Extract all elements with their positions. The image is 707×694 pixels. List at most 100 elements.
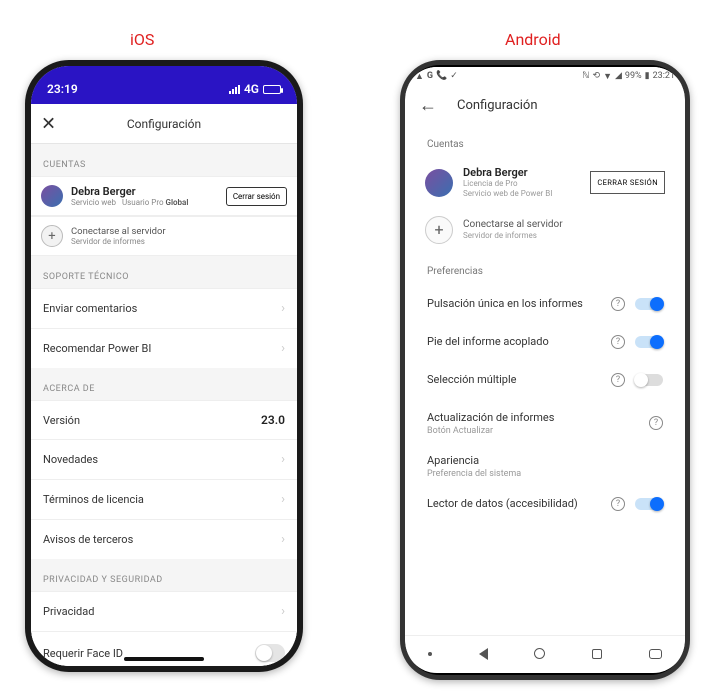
- home-indicator[interactable]: [124, 657, 204, 661]
- thirdparty-row[interactable]: Avisos de terceros ›: [31, 519, 297, 559]
- nfc-icon: ℕ: [582, 71, 589, 81]
- docked-row[interactable]: Pie del informe acoplado ?: [411, 323, 679, 361]
- battery-icon: ▮: [645, 71, 650, 81]
- account-sub: Servicio web Usuario Pro Global: [71, 198, 218, 207]
- whatsnew-row[interactable]: Novedades ›: [31, 439, 297, 479]
- section-support: SOPORTE TÉCNICO: [31, 256, 297, 288]
- chevron-right-icon: ›: [281, 532, 285, 547]
- faceid-label: Requerir Face ID: [43, 647, 123, 660]
- feedback-row[interactable]: Enviar comentarios ›: [31, 288, 297, 328]
- android-label: Android: [505, 30, 561, 49]
- ios-label: iOS: [130, 30, 154, 49]
- reader-toggle[interactable]: [635, 498, 663, 510]
- reader-row[interactable]: Lector de datos (accesibilidad) ?: [411, 485, 679, 523]
- nav-home-icon[interactable]: [534, 648, 545, 659]
- multi-toggle[interactable]: [635, 374, 663, 386]
- help-icon[interactable]: ?: [611, 497, 625, 511]
- android-time: 23:21: [653, 71, 675, 81]
- ios-device-frame: 23:19 4G ✕ Configuración CUENTAS Debra B…: [25, 60, 303, 672]
- phone-icon: 📞: [436, 71, 447, 81]
- avatar: [41, 185, 63, 207]
- appearance-row[interactable]: Apariencia Preferencia del sistema: [411, 448, 679, 485]
- android-titlebar: ← Configuración: [405, 85, 685, 125]
- triangle-icon: ▲: [415, 71, 424, 82]
- account-name: Debra Berger: [463, 166, 580, 179]
- close-icon[interactable]: ✕: [41, 113, 56, 134]
- version-label: Versión: [43, 414, 80, 427]
- account-service: Servicio web de Power BI: [463, 189, 580, 199]
- nav-cast-icon[interactable]: [649, 649, 662, 659]
- faceid-toggle[interactable]: [255, 644, 285, 662]
- help-icon[interactable]: ?: [611, 297, 625, 311]
- sync-icon: ⟲: [593, 71, 601, 81]
- help-icon[interactable]: ?: [611, 373, 625, 387]
- section-accounts: Cuentas: [411, 125, 679, 158]
- whatsnew-label: Novedades: [43, 453, 98, 466]
- android-statusbar: ▲ G 📞 ✓ ℕ ⟲ ▼ ◢ 99% ▮ 23:21: [405, 67, 685, 85]
- chevron-right-icon: ›: [281, 341, 285, 356]
- connect-sub: Servidor de informes: [71, 237, 287, 246]
- chevron-right-icon: ›: [281, 301, 285, 316]
- privacy-row[interactable]: Privacidad ›: [31, 591, 297, 631]
- ios-time: 23:19: [47, 82, 78, 96]
- sign-out-button[interactable]: Cerrar sesión: [226, 187, 287, 206]
- appearance-label: Apariencia: [427, 454, 521, 467]
- help-icon[interactable]: ?: [611, 335, 625, 349]
- license-row[interactable]: Términos de licencia ›: [31, 479, 297, 519]
- singletap-row[interactable]: Pulsación única en los informes ?: [411, 285, 679, 323]
- section-privacy: PRIVACIDAD Y SEGURIDAD: [31, 559, 297, 591]
- battery-pct: 99%: [625, 71, 642, 81]
- reader-label: Lector de datos (accesibilidad): [427, 497, 578, 510]
- wifi-icon: ▼: [603, 71, 612, 82]
- nav-menu-icon[interactable]: [428, 652, 432, 656]
- recommend-label: Recomendar Power BI: [43, 342, 151, 355]
- version-row[interactable]: Versión 23.0: [31, 400, 297, 439]
- sign-out-button[interactable]: CERRAR SESIÓN: [590, 171, 665, 194]
- page-title: Configuración: [127, 117, 201, 131]
- multi-row[interactable]: Selección múltiple ?: [411, 361, 679, 399]
- account-license: Licencia de Pro: [463, 179, 580, 189]
- avatar: [425, 169, 453, 197]
- docked-toggle[interactable]: [635, 336, 663, 348]
- ios-titlebar: ✕ Configuración: [31, 104, 297, 144]
- signal-icon: [229, 85, 240, 94]
- check-icon: ✓: [450, 71, 458, 81]
- connect-server-row[interactable]: + Conectarse al servidor Servidor de inf…: [411, 208, 679, 252]
- feedback-label: Enviar comentarios: [43, 302, 137, 315]
- connect-title: Conectarse al servidor: [71, 226, 287, 237]
- multi-label: Selección múltiple: [427, 373, 516, 386]
- connect-title: Conectarse al servidor: [463, 218, 665, 231]
- battery-icon: [263, 85, 281, 94]
- page-title: Configuración: [457, 98, 538, 113]
- version-value: 23.0: [261, 413, 285, 427]
- nav-back-icon[interactable]: [479, 648, 488, 660]
- privacy-label: Privacidad: [43, 605, 94, 618]
- android-device-frame: ▲ G 📞 ✓ ℕ ⟲ ▼ ◢ 99% ▮ 23:21 ← Configurac…: [400, 60, 690, 680]
- section-about: ACERCA DE: [31, 368, 297, 400]
- chevron-right-icon: ›: [281, 604, 285, 619]
- section-preferences: Preferencias: [411, 252, 679, 285]
- refresh-label: Actualización de informes: [427, 411, 554, 424]
- account-row[interactable]: Debra Berger Servicio web Usuario Pro Gl…: [31, 176, 297, 216]
- refresh-row[interactable]: Actualización de informes Botón Actualiz…: [411, 399, 679, 448]
- singletap-label: Pulsación única en los informes: [427, 297, 583, 310]
- ios-screen: 23:19 4G ✕ Configuración CUENTAS Debra B…: [31, 66, 297, 666]
- recommend-row[interactable]: Recomendar Power BI ›: [31, 328, 297, 368]
- ios-statusbar: 23:19 4G: [31, 66, 297, 98]
- network-label: 4G: [244, 82, 259, 96]
- thirdparty-label: Avisos de terceros: [43, 533, 133, 546]
- signal-icon: ◢: [615, 71, 622, 81]
- docked-label: Pie del informe acoplado: [427, 335, 549, 348]
- help-icon[interactable]: ?: [649, 416, 663, 430]
- connect-server-row[interactable]: + Conectarse al servidor Servidor de inf…: [31, 216, 297, 256]
- account-row[interactable]: Debra Berger Licencia de Pro Servicio we…: [411, 158, 679, 208]
- g-icon: G: [427, 71, 433, 81]
- android-screen: ▲ G 📞 ✓ ℕ ⟲ ▼ ◢ 99% ▮ 23:21 ← Configurac…: [405, 67, 685, 673]
- singletap-toggle[interactable]: [635, 298, 663, 310]
- android-navbar: [405, 635, 685, 671]
- plus-icon: +: [41, 225, 63, 247]
- plus-icon: +: [425, 216, 453, 244]
- back-icon[interactable]: ←: [419, 95, 437, 116]
- nav-recent-icon[interactable]: [592, 649, 602, 659]
- appearance-sub: Preferencia del sistema: [427, 469, 521, 479]
